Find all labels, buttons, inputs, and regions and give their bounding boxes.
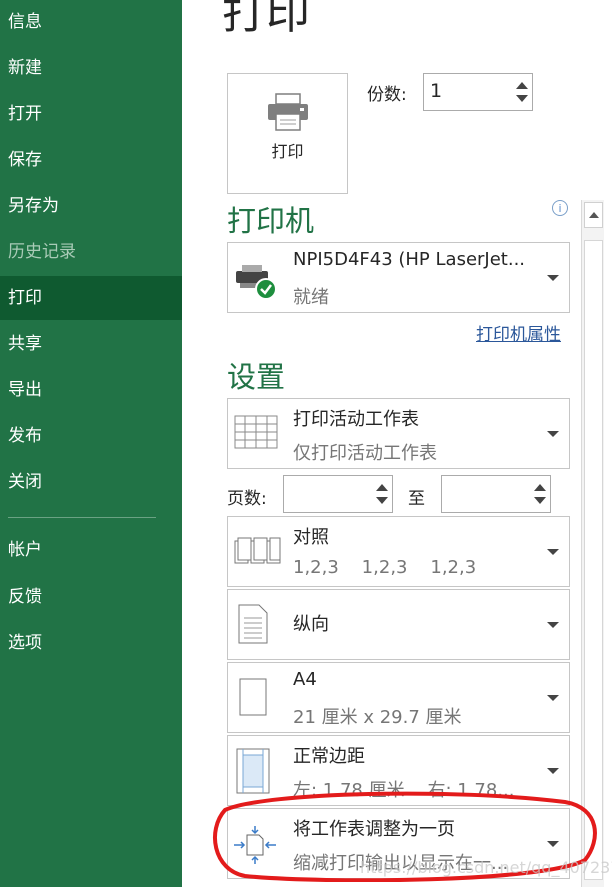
watermark-text: https://blog.csdn.net/qq_40723785 bbox=[360, 858, 612, 877]
chevron-down-icon bbox=[547, 549, 559, 555]
print-button-label: 打印 bbox=[271, 142, 304, 161]
nav-options[interactable]: 选项 bbox=[0, 621, 182, 665]
nav-history: 历史记录 bbox=[8, 242, 76, 262]
pages-from-stepper[interactable] bbox=[283, 475, 393, 513]
printer-dropdown[interactable]: NPI5D4F43 (HP LaserJet... 就绪 bbox=[227, 242, 570, 313]
margins-icon bbox=[236, 748, 270, 794]
page-title: 打印 bbox=[222, 0, 310, 39]
nav-feedback[interactable]: 反馈 bbox=[0, 575, 182, 619]
nav-divider bbox=[8, 517, 156, 518]
printer-properties-link[interactable]: 打印机属性 bbox=[476, 320, 561, 345]
pages-to-label: 至 bbox=[408, 489, 425, 509]
settings-section-heading: 设置 bbox=[227, 360, 286, 394]
nav-export[interactable]: 导出 bbox=[0, 368, 182, 412]
printer-icon bbox=[268, 93, 308, 131]
setting-subtitle: 21 厘米 x 29.7 厘米 bbox=[293, 707, 462, 728]
scroll-track[interactable] bbox=[584, 240, 603, 880]
pages-label: 页数: bbox=[227, 489, 267, 509]
copies-up-arrow-icon[interactable] bbox=[516, 82, 528, 89]
chevron-down-icon bbox=[547, 768, 559, 774]
printer-name: NPI5D4F43 (HP LaserJet... bbox=[293, 249, 526, 270]
nav-save-as[interactable]: 另存为 bbox=[0, 184, 182, 228]
setting-title: 纵向 bbox=[293, 614, 329, 635]
backstage-sidebar: 信息 新建 打开 保存 另存为 历史记录 打印 共享 导出 发布 关闭 帐户 反… bbox=[0, 0, 182, 887]
pages-to-up-arrow-icon[interactable] bbox=[534, 484, 546, 491]
setting-title: A4 bbox=[293, 669, 317, 690]
setting-title: 打印活动工作表 bbox=[293, 409, 419, 430]
pages-from-down-arrow-icon[interactable] bbox=[376, 497, 388, 504]
copies-down-arrow-icon[interactable] bbox=[516, 95, 528, 102]
chevron-down-icon bbox=[547, 275, 559, 281]
print-panel: 打印 打印 份数: 1 打印机 i NPI5D4F43 (HP LaserJet… bbox=[182, 0, 612, 887]
info-icon[interactable]: i bbox=[552, 200, 568, 216]
collate-dropdown[interactable]: 对照 1,2,3 1,2,3 1,2,3 bbox=[227, 516, 570, 587]
pages-to-down-arrow-icon[interactable] bbox=[534, 497, 546, 504]
setting-title: 正常边距 bbox=[293, 746, 365, 767]
setting-subtitle: 仅打印活动工作表 bbox=[293, 443, 437, 464]
paper-size-dropdown[interactable]: A4 21 厘米 x 29.7 厘米 bbox=[227, 662, 570, 733]
portrait-icon bbox=[238, 604, 268, 644]
setting-title: 对照 bbox=[293, 527, 329, 548]
setting-subtitle: 1,2,3 1,2,3 1,2,3 bbox=[293, 557, 477, 578]
copies-stepper[interactable]: 1 bbox=[423, 73, 533, 111]
nav-share[interactable]: 共享 bbox=[0, 322, 182, 366]
pages-to-stepper[interactable] bbox=[441, 475, 551, 513]
paper-size-icon bbox=[239, 678, 267, 716]
printer-section-heading: 打印机 bbox=[227, 204, 315, 238]
nav-new[interactable]: 新建 bbox=[0, 46, 182, 90]
chevron-down-icon bbox=[547, 431, 559, 437]
nav-close[interactable]: 关闭 bbox=[0, 460, 182, 504]
printer-ready-icon bbox=[236, 265, 277, 300]
pages-from-up-arrow-icon[interactable] bbox=[376, 484, 388, 491]
nav-open[interactable]: 打开 bbox=[0, 92, 182, 136]
nav-print[interactable]: 打印 bbox=[0, 276, 182, 320]
orientation-dropdown[interactable]: 纵向 bbox=[227, 589, 570, 660]
chevron-down-icon bbox=[547, 622, 559, 628]
printer-status: 就绪 bbox=[293, 287, 329, 308]
copies-label: 份数: bbox=[367, 85, 407, 105]
chevron-down-icon bbox=[547, 695, 559, 701]
collate-icon bbox=[234, 537, 281, 564]
nav-info[interactable]: 信息 bbox=[0, 0, 182, 44]
copies-value: 1 bbox=[430, 80, 443, 102]
nav-save[interactable]: 保存 bbox=[0, 138, 182, 182]
scrollbar[interactable] bbox=[581, 200, 604, 887]
sheet-grid-icon bbox=[234, 415, 278, 449]
nav-publish[interactable]: 发布 bbox=[0, 414, 182, 458]
print-scope-dropdown[interactable]: 打印活动工作表 仅打印活动工作表 bbox=[227, 398, 570, 469]
nav-account[interactable]: 帐户 bbox=[0, 528, 182, 572]
scroll-up-button[interactable] bbox=[584, 202, 603, 228]
print-button[interactable]: 打印 bbox=[227, 73, 348, 194]
